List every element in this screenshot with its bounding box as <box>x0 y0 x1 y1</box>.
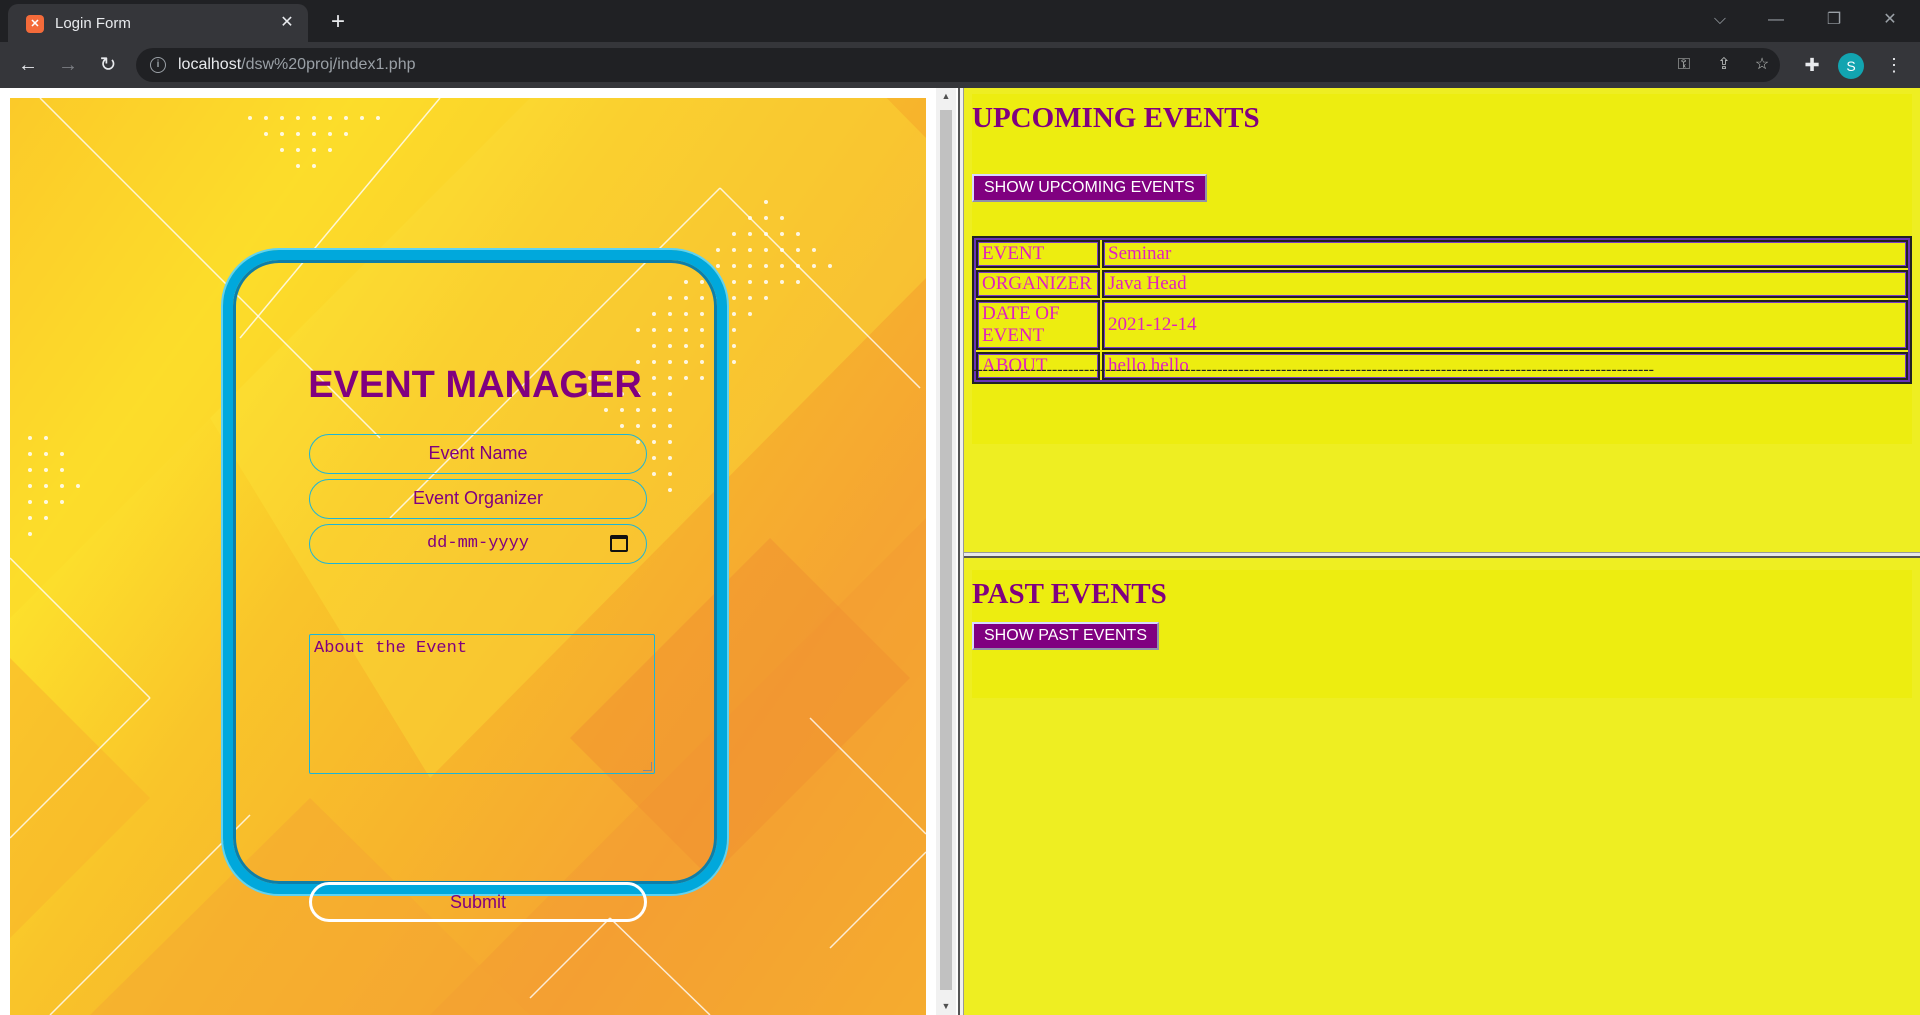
back-arrow-icon[interactable]: ← <box>14 51 42 79</box>
past-events-heading: PAST EVENTS <box>972 578 1167 610</box>
upcoming-events-frame: UPCOMING EVENTS SHOW UPCOMING EVENTS EVE… <box>964 88 1920 552</box>
tab-bar: ✕ Login Form ✕ + ⌵ — ❐ ✕ <box>0 0 1920 42</box>
table-row: DATE OF EVENT 2021-12-14 <box>976 300 1908 350</box>
restore-icon[interactable]: ❐ <box>1814 6 1854 34</box>
event-form-card: EVENT MANAGER Event Name Event Organizer… <box>223 250 727 922</box>
forward-arrow-icon[interactable]: → <box>54 51 82 79</box>
table-key: EVENT <box>976 240 1100 268</box>
table-key: DATE OF EVENT <box>976 300 1100 350</box>
scroll-thumb[interactable] <box>940 110 952 990</box>
past-events-frame: PAST EVENTS SHOW PAST EVENTS <box>964 558 1920 1015</box>
close-window-icon[interactable]: ✕ <box>1870 6 1910 34</box>
scroll-up-icon[interactable]: ▲ <box>940 90 952 102</box>
scroll-down-icon[interactable]: ▼ <box>940 1000 952 1012</box>
event-name-input[interactable]: Event Name <box>309 434 647 474</box>
reload-icon[interactable]: ↻ <box>94 51 122 79</box>
upcoming-events-panel: UPCOMING EVENTS SHOW UPCOMING EVENTS EVE… <box>972 94 1912 444</box>
tab-title: Login Form <box>55 15 131 32</box>
calendar-icon[interactable] <box>610 535 628 552</box>
bookmark-star-icon[interactable]: ☆ <box>1750 53 1774 77</box>
date-placeholder: dd-mm-yyyy <box>426 534 530 553</box>
table-value: Seminar <box>1102 240 1908 268</box>
share-icon[interactable]: ⇪ <box>1712 53 1736 77</box>
table-value: 2021-12-14 <box>1102 300 1908 350</box>
minimize-icon[interactable]: — <box>1756 6 1796 34</box>
key-icon[interactable]: ⚿ <box>1672 53 1696 77</box>
url-text: localhost/dsw%20proj/index1.php <box>178 56 416 73</box>
separator-line: ----------------------------------------… <box>972 361 1654 378</box>
resize-grip-icon[interactable] <box>643 762 652 771</box>
xampp-favicon-icon: ✕ <box>26 15 44 33</box>
menu-kebab-icon[interactable]: ⋮ <box>1880 51 1908 79</box>
form-title: EVENT MANAGER <box>308 364 642 406</box>
browser-toolbar: ← → ↻ i localhost/dsw%20proj/index1.php … <box>0 42 1920 88</box>
new-tab-icon[interactable]: + <box>324 8 352 36</box>
about-placeholder: About the Event <box>314 639 468 658</box>
table-row: EVENT Seminar <box>976 240 1908 268</box>
show-upcoming-events-button[interactable]: SHOW UPCOMING EVENTS <box>972 174 1207 202</box>
profile-avatar[interactable]: S <box>1838 53 1864 79</box>
address-bar[interactable]: i localhost/dsw%20proj/index1.php ⚿ ⇪ ☆ <box>136 48 1780 82</box>
event-form-frame: EVENT MANAGER Event Name Event Organizer… <box>10 98 926 1015</box>
table-key: ORGANIZER <box>976 270 1100 298</box>
left-frame-scrollbar[interactable]: ▲ ▼ <box>936 88 956 1015</box>
event-organizer-input[interactable]: Event Organizer <box>309 479 647 519</box>
extensions-puzzle-icon[interactable]: ✚ <box>1798 51 1826 79</box>
event-date-input[interactable]: dd-mm-yyyy <box>309 524 647 564</box>
submit-button[interactable]: Submit <box>309 882 647 922</box>
about-event-textarea[interactable]: About the Event <box>309 634 655 774</box>
close-tab-icon[interactable]: ✕ <box>276 12 298 34</box>
table-value: Java Head <box>1102 270 1908 298</box>
past-events-panel: PAST EVENTS SHOW PAST EVENTS <box>972 570 1912 698</box>
table-row: ORGANIZER Java Head <box>976 270 1908 298</box>
show-past-events-button[interactable]: SHOW PAST EVENTS <box>972 622 1159 650</box>
tab-search-chevron-icon[interactable]: ⌵ <box>1700 6 1740 34</box>
upcoming-events-heading: UPCOMING EVENTS <box>972 102 1260 134</box>
browser-tab[interactable]: ✕ Login Form ✕ <box>8 4 308 42</box>
page-viewport: EVENT MANAGER Event Name Event Organizer… <box>0 88 1920 1015</box>
site-info-icon[interactable]: i <box>150 57 166 73</box>
